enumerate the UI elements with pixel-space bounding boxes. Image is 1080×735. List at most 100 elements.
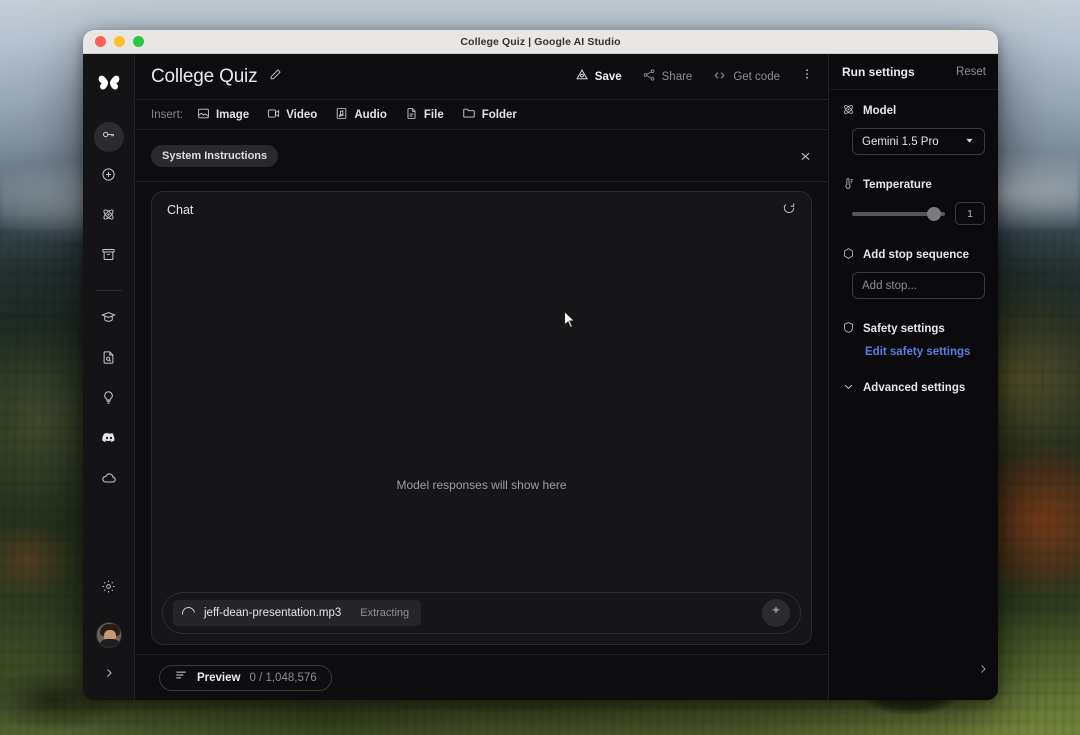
gear-icon (101, 579, 116, 599)
shield-icon (842, 321, 855, 337)
edit-safety-settings-link[interactable]: Edit safety settings (865, 346, 985, 358)
advanced-settings-label: Advanced settings (863, 382, 965, 394)
image-icon (197, 107, 210, 123)
sidebar-item-discord[interactable] (94, 425, 124, 455)
app-header: College Quiz Save (135, 54, 828, 100)
edit-title-button[interactable] (269, 68, 282, 86)
sidebar-item-documentation[interactable] (94, 345, 124, 375)
model-select[interactable]: Gemini 1.5 Pro (852, 128, 985, 155)
insert-toolbar: Insert: Image Video (135, 100, 828, 130)
system-instructions-chip[interactable]: System Instructions (151, 145, 278, 167)
more-options-button[interactable] (800, 67, 814, 86)
sidebar-item-learn[interactable] (94, 305, 124, 335)
safety-label-row: Safety settings (842, 321, 985, 337)
sidebar-item-library[interactable] (94, 242, 124, 272)
chat-reset-button[interactable] (782, 201, 796, 220)
share-icon (642, 68, 656, 85)
sidebar-item-tune-model[interactable] (94, 202, 124, 232)
footer-bar: Preview 0 / 1,048,576 (135, 654, 828, 700)
insert-folder-button[interactable]: Folder (462, 106, 517, 123)
lines-icon (174, 668, 188, 687)
video-icon (267, 107, 280, 123)
insert-video-button[interactable]: Video (267, 107, 317, 123)
attached-file-status: Extracting (360, 607, 409, 619)
chevron-right-icon (103, 666, 115, 684)
sidebar-item-api-key[interactable] (94, 122, 124, 152)
plus-circle-icon (101, 167, 116, 187)
settings-expand-button[interactable] (977, 662, 989, 680)
user-avatar[interactable] (96, 622, 122, 648)
system-instructions-collapse-button[interactable] (799, 148, 812, 164)
insert-audio-label: Audio (354, 109, 387, 121)
window-titlebar: College Quiz | Google AI Studio (83, 30, 998, 54)
model-label: Model (863, 105, 896, 117)
slider-thumb[interactable] (927, 207, 941, 221)
rail-expand-button[interactable] (96, 662, 122, 688)
model-label-row: Model (842, 103, 985, 119)
chat-title: Chat (167, 203, 193, 217)
minimize-window-button[interactable] (114, 36, 125, 47)
insert-folder-label: Folder (482, 109, 517, 121)
insert-video-label: Video (286, 109, 317, 121)
get-code-button[interactable]: Get code (712, 68, 780, 86)
chevron-down-icon (842, 380, 855, 396)
chat-area: Chat Model responses will show here (135, 182, 828, 654)
chat-card: Chat Model responses will show here (151, 191, 812, 645)
advanced-settings-toggle[interactable]: Advanced settings (842, 380, 985, 396)
collapse-chevrons-icon (799, 148, 812, 164)
close-window-button[interactable] (95, 36, 106, 47)
pencil-icon (269, 68, 282, 86)
send-message-button[interactable] (762, 599, 790, 627)
share-button[interactable]: Share (642, 68, 693, 85)
chat-composer[interactable]: jeff-dean-presentation.mp3 Extracting (162, 592, 801, 634)
model-section: Model Gemini 1.5 Pro (842, 103, 985, 155)
drive-save-icon (575, 68, 589, 85)
archive-icon (101, 247, 116, 267)
temperature-value: 1 (967, 208, 973, 220)
temperature-value-box[interactable]: 1 (955, 202, 985, 225)
folder-icon (462, 106, 476, 123)
refresh-icon (782, 201, 796, 220)
insert-file-label: File (424, 109, 444, 121)
thermometer-icon (842, 177, 855, 193)
reset-button[interactable]: Reset (956, 66, 986, 78)
main-content: College Quiz Save (135, 54, 828, 700)
window-traffic-lights (95, 36, 144, 47)
sparkle-send-icon (769, 604, 783, 623)
stop-sequence-label-row: Add stop sequence (842, 247, 985, 263)
save-button[interactable]: Save (575, 68, 622, 85)
token-count: 0 / 1,048,576 (249, 672, 316, 684)
zoom-window-button[interactable] (133, 36, 144, 47)
window-title: College Quiz | Google AI Studio (83, 36, 998, 48)
sidebar-item-cloud[interactable] (94, 465, 124, 495)
insert-audio-button[interactable]: Audio (335, 107, 387, 123)
model-selected-value: Gemini 1.5 Pro (862, 136, 939, 148)
sidebar-item-settings[interactable] (94, 574, 124, 604)
lightbulb-icon (101, 390, 116, 410)
run-settings-title: Run settings (842, 65, 915, 79)
preview-label: Preview (197, 672, 240, 684)
preview-button[interactable]: Preview 0 / 1,048,576 (159, 665, 332, 691)
chevron-right-icon (977, 662, 989, 680)
rail-divider (96, 290, 122, 291)
temperature-slider[interactable] (852, 206, 945, 222)
stop-sequence-input-wrap[interactable]: Add stop... (852, 272, 985, 299)
run-settings-panel: Run settings Reset (828, 54, 998, 700)
cloud-icon (101, 470, 117, 491)
chat-empty-message: Model responses will show here (396, 478, 566, 492)
insert-file-button[interactable]: File (405, 107, 444, 123)
attached-file-chip[interactable]: jeff-dean-presentation.mp3 Extracting (173, 600, 421, 626)
insert-label: Insert: (151, 109, 183, 121)
run-settings-body: Model Gemini 1.5 Pro (829, 90, 998, 700)
graduation-cap-icon (101, 310, 116, 330)
temperature-section: Temperature 1 (842, 177, 985, 225)
sidebar-item-examples[interactable] (94, 385, 124, 415)
discord-icon (101, 430, 117, 451)
insert-image-button[interactable]: Image (197, 107, 249, 123)
sidebar-item-new-prompt[interactable] (94, 162, 124, 192)
file-icon (405, 107, 418, 123)
run-settings-header: Run settings Reset (829, 54, 998, 90)
get-code-label: Get code (733, 71, 780, 83)
save-label: Save (595, 71, 622, 83)
temperature-control: 1 (852, 202, 985, 225)
